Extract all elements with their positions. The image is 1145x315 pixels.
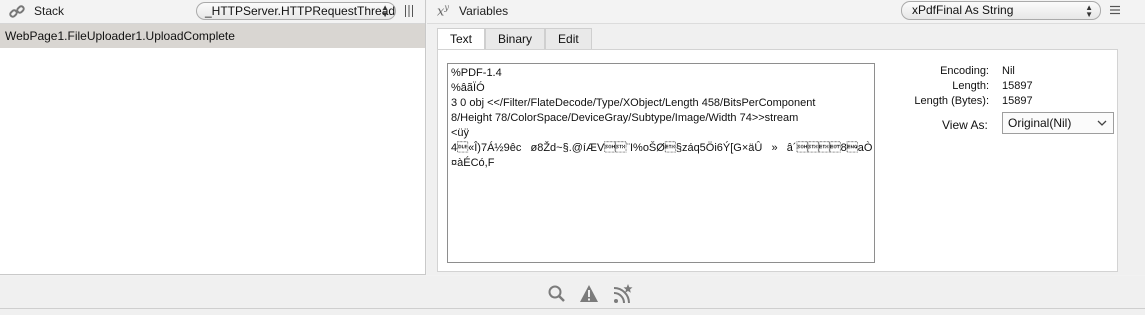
view-as-value: Original(Nil): [1008, 116, 1072, 130]
encoding-label: Encoding:: [940, 65, 989, 77]
variables-title: Variables: [459, 4, 509, 18]
up-down-arrows-icon: ▲ ▼: [381, 3, 389, 19]
tab-edit[interactable]: Edit: [545, 28, 592, 50]
encoding-value: Nil: [1002, 65, 1015, 77]
column-handle-icon[interactable]: [404, 4, 414, 18]
variable-select[interactable]: xPdfFinal As String ▲ ▼: [901, 1, 1101, 20]
length-bytes-label: Length (Bytes):: [914, 95, 989, 107]
stack-title: Stack: [34, 4, 65, 18]
tab-binary[interactable]: Binary: [485, 28, 546, 50]
view-as-select[interactable]: Original(Nil): [1002, 112, 1114, 134]
view-as-label: View As:: [942, 118, 988, 132]
search-icon[interactable]: [547, 284, 567, 304]
up-down-arrows-icon: ▲ ▼: [1085, 3, 1093, 19]
stack-panel: Stack _HTTPServer.HTTPRequestThread ▲ ▼ W…: [0, 0, 426, 275]
length-bytes-value: 15897: [1002, 95, 1033, 107]
feed-star-icon[interactable]: [613, 284, 633, 304]
chain-link-icon: [9, 5, 25, 18]
encoding-row: Encoding: Nil: [890, 65, 1115, 80]
chevron-down-icon: [1097, 120, 1107, 126]
bottom-divider: [0, 308, 1145, 309]
tab-content: %PDF-1.4 %âãÏÓ 3 0 obj <</Filter/FlateDe…: [437, 49, 1118, 272]
length-label: Length:: [952, 80, 989, 92]
view-tabs: Text Binary Edit: [437, 28, 592, 51]
thread-select[interactable]: _HTTPServer.HTTPRequestThread ▲ ▼: [196, 2, 396, 20]
variables-panel: xy Variables xPdfFinal As String ▲ ▼ Text…: [427, 0, 1145, 275]
stack-row[interactable]: WebPage1.FileUploader1.UploadComplete: [0, 24, 425, 48]
info-panel: Encoding: Nil Length: 15897 Length (Byte…: [890, 65, 1115, 134]
xy-icon: xy: [437, 3, 449, 20]
value-text-area[interactable]: %PDF-1.4 %âãÏÓ 3 0 obj <</Filter/FlateDe…: [447, 63, 875, 263]
bottom-toolbar: [0, 276, 1145, 315]
tab-text[interactable]: Text: [437, 28, 486, 51]
thread-select-value: _HTTPServer.HTTPRequestThread: [205, 4, 396, 18]
length-bytes-row: Length (Bytes): 15897: [890, 95, 1115, 110]
length-row: Length: 15897: [890, 80, 1115, 95]
hamburger-menu-icon[interactable]: [1109, 4, 1121, 16]
warning-icon[interactable]: [579, 284, 599, 304]
variable-select-value: xPdfFinal As String: [912, 3, 1014, 17]
length-value: 15897: [1002, 80, 1033, 92]
stack-header: Stack _HTTPServer.HTTPRequestThread ▲ ▼: [0, 0, 425, 24]
variables-header: xy Variables xPdfFinal As String ▲ ▼: [427, 0, 1145, 24]
